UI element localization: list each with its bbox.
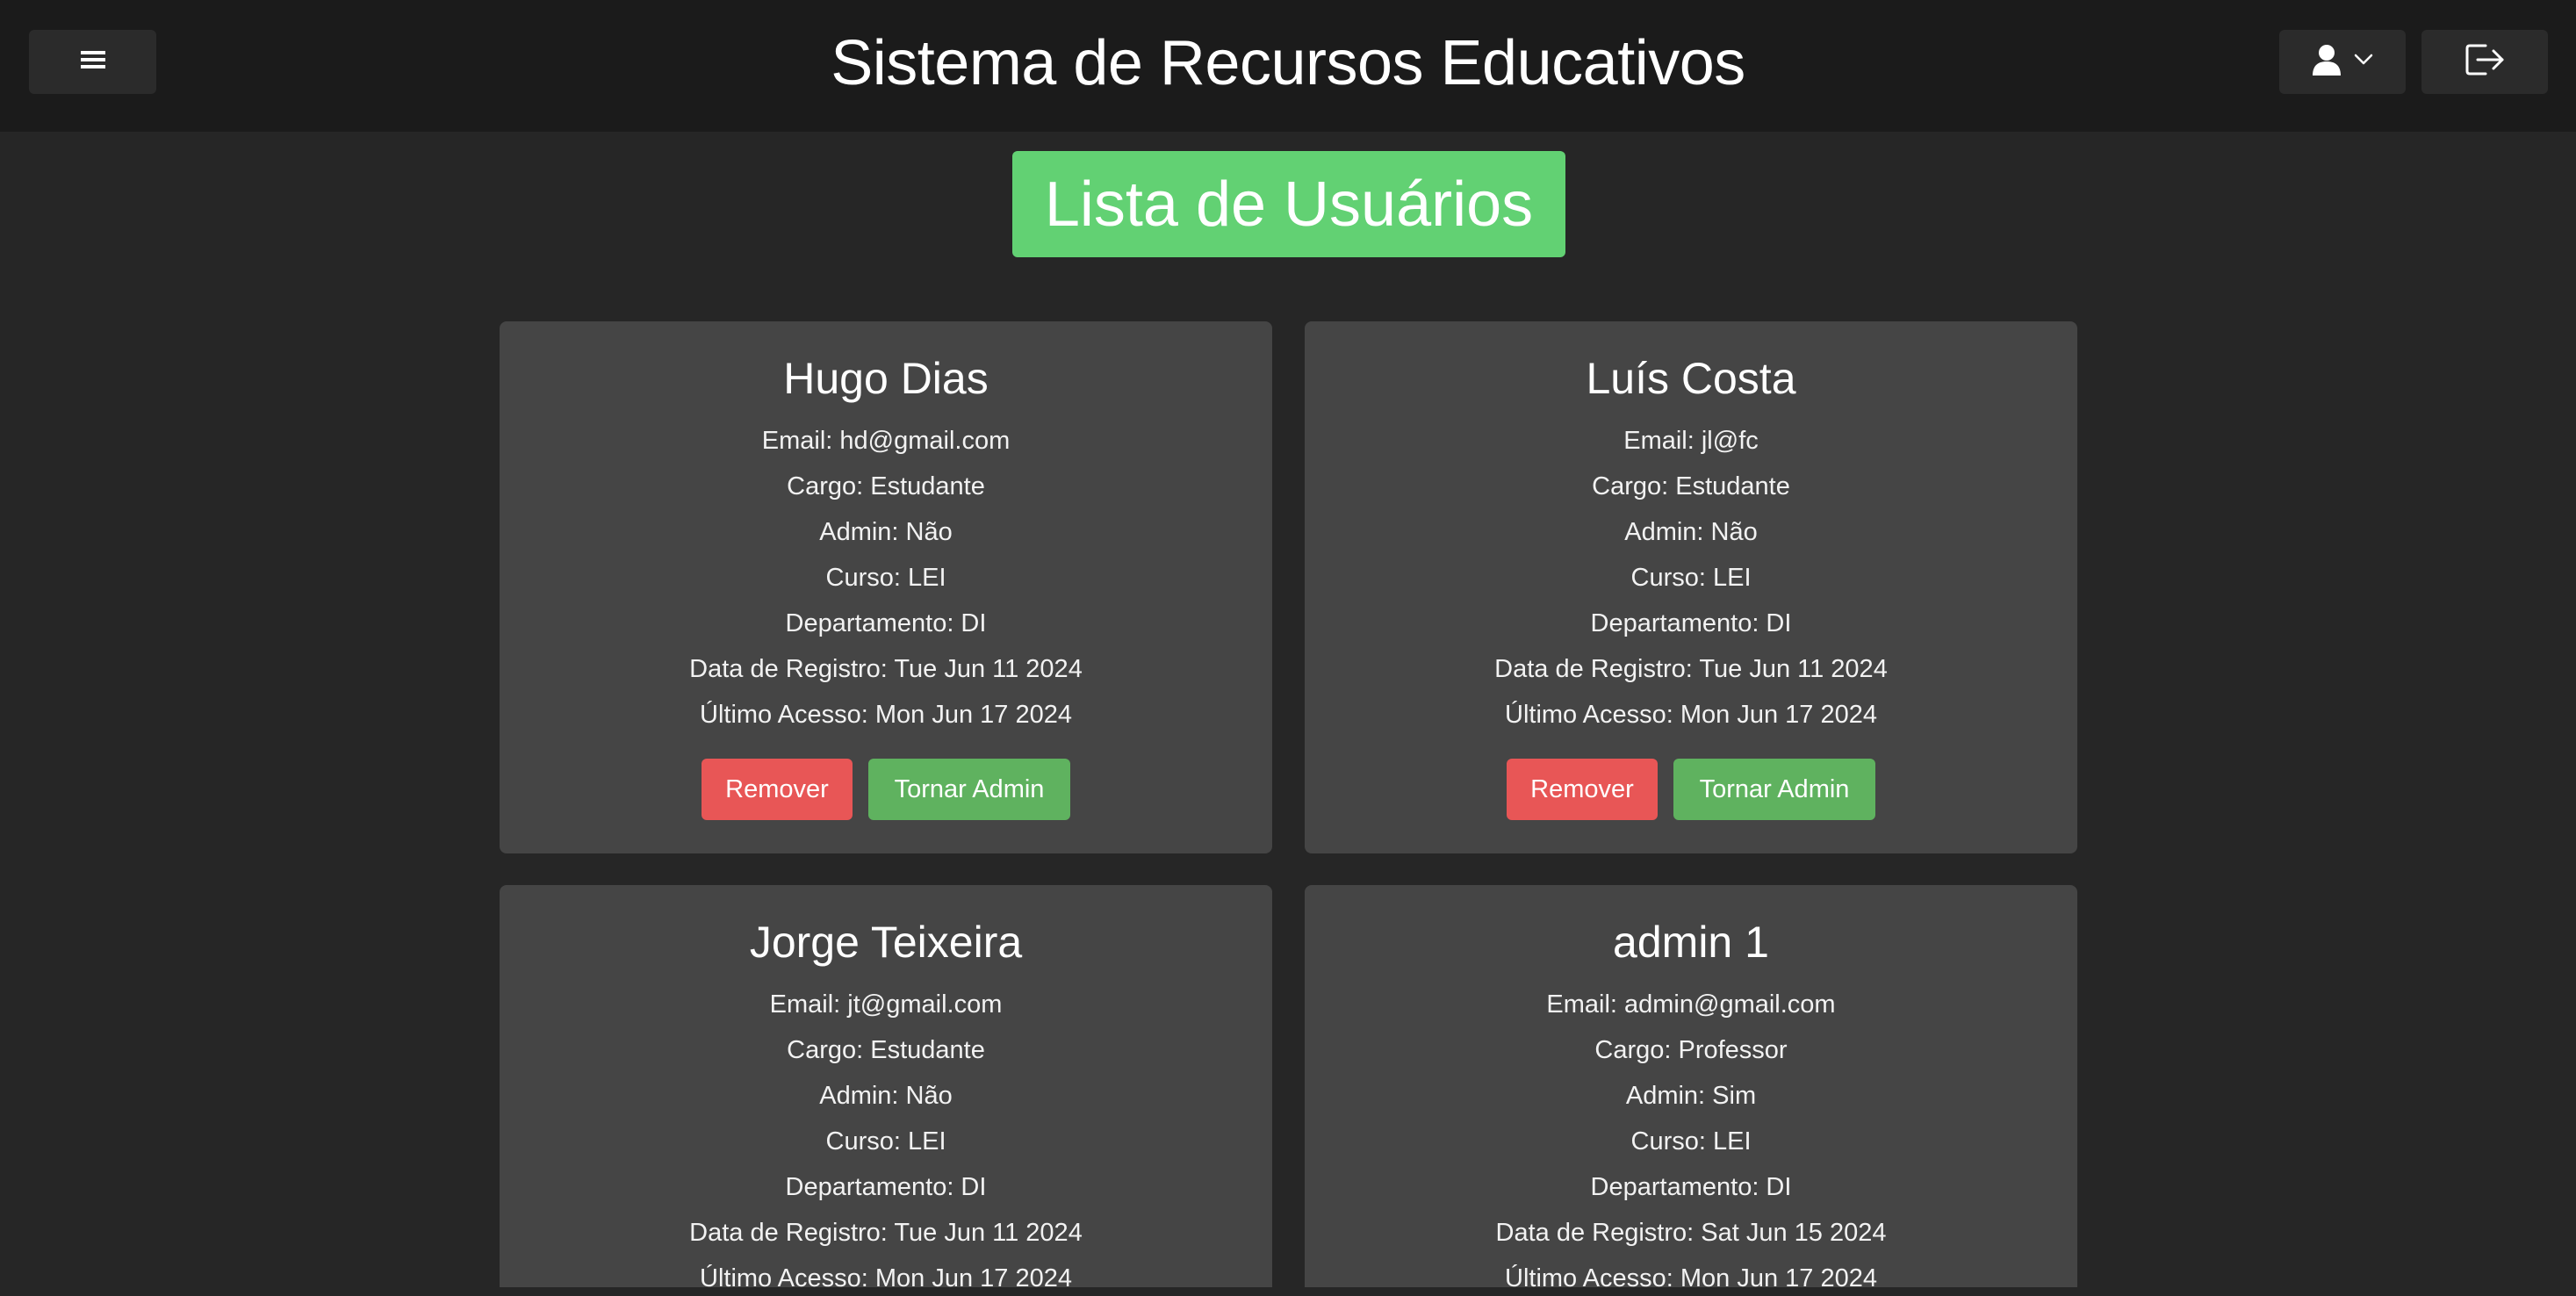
user-cargo: Cargo: Estudante (787, 472, 985, 500)
user-departamento: Departamento: DI (785, 609, 987, 637)
user-admin-status: Admin: Não (819, 518, 953, 546)
user-registration-date: Data de Registro: Sat Jun 15 2024 (1495, 1219, 1887, 1247)
user-departamento: Departamento: DI (1590, 1173, 1792, 1201)
user-name: Jorge Teixeira (749, 918, 1023, 967)
make-admin-button[interactable]: Tornar Admin (1673, 759, 1875, 820)
user-menu-button[interactable] (2279, 30, 2406, 94)
page-title: Lista de Usuários (1012, 151, 1565, 257)
card-actions: Remover Tornar Admin (1305, 759, 2077, 820)
user-name: Hugo Dias (783, 354, 989, 403)
card-actions: Remover Tornar Admin (500, 759, 1272, 820)
user-departamento: Departamento: DI (785, 1173, 987, 1201)
user-admin-status: Admin: Não (819, 1082, 953, 1110)
remove-button[interactable]: Remover (702, 759, 853, 820)
user-curso: Curso: LEI (1630, 1127, 1752, 1156)
user-icon (2312, 44, 2342, 80)
user-cargo: Cargo: Professor (1594, 1036, 1788, 1064)
user-registration-date: Data de Registro: Tue Jun 11 2024 (689, 1219, 1083, 1247)
user-curso: Curso: LEI (1630, 564, 1752, 592)
user-last-access: Último Acesso: Mon Jun 17 2024 (1505, 701, 1877, 729)
user-curso: Curso: LEI (825, 564, 946, 592)
user-email: Email: jt@gmail.com (769, 990, 1003, 1019)
user-name: Luís Costa (1586, 354, 1796, 403)
user-email: Email: admin@gmail.com (1546, 990, 1836, 1019)
logout-button[interactable] (2421, 30, 2548, 94)
user-last-access: Último Acesso: Mon Jun 17 2024 (700, 1264, 1072, 1292)
logout-icon (2464, 42, 2505, 82)
user-admin-status: Admin: Não (1624, 518, 1758, 546)
chevron-down-icon (2354, 54, 2373, 70)
app-title: Sistema de Recursos Educativos (831, 28, 1745, 98)
top-navbar: Sistema de Recursos Educativos (0, 0, 2576, 132)
remove-button[interactable]: Remover (1507, 759, 1658, 820)
user-departamento: Departamento: DI (1590, 609, 1792, 637)
user-last-access: Último Acesso: Mon Jun 17 2024 (1505, 1264, 1877, 1292)
user-name: admin 1 (1613, 918, 1769, 967)
user-card: Jorge Teixeira Email: jt@gmail.com Cargo… (500, 885, 1272, 1292)
user-admin-status: Admin: Sim (1625, 1082, 1757, 1110)
user-registration-date: Data de Registro: Tue Jun 11 2024 (1494, 655, 1888, 683)
user-cargo: Cargo: Estudante (787, 1036, 985, 1064)
user-card: Hugo Dias Email: hd@gmail.com Cargo: Est… (500, 321, 1272, 853)
user-last-access: Último Acesso: Mon Jun 17 2024 (700, 701, 1072, 729)
user-cargo: Cargo: Estudante (1592, 472, 1790, 500)
user-registration-date: Data de Registro: Tue Jun 11 2024 (689, 655, 1083, 683)
user-email: Email: hd@gmail.com (761, 427, 1011, 455)
user-card: admin 1 Email: admin@gmail.com Cargo: Pr… (1305, 885, 2077, 1292)
user-card: Luís Costa Email: jl@fc Cargo: Estudante… (1305, 321, 2077, 853)
user-curso: Curso: LEI (825, 1127, 946, 1156)
make-admin-button[interactable]: Tornar Admin (868, 759, 1070, 820)
user-email: Email: jl@fc (1623, 427, 1759, 455)
